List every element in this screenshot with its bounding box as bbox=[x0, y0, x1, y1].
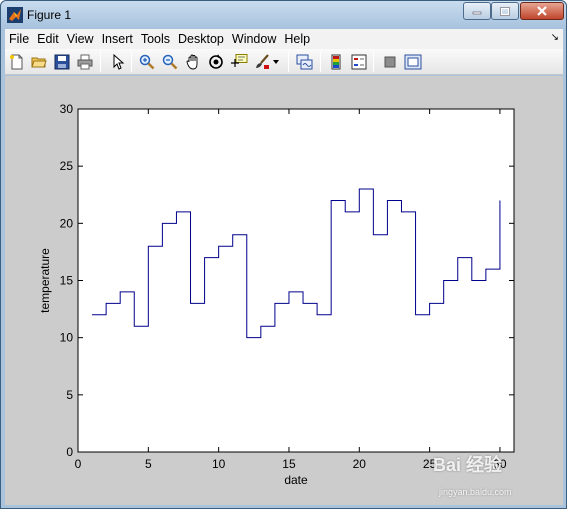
x-tick-label: 5 bbox=[145, 457, 152, 471]
figure-toolbar bbox=[5, 49, 563, 75]
figure-window: Figure 1 File Edit View Insert Tools Des… bbox=[0, 0, 567, 509]
y-tick-label: 10 bbox=[60, 331, 74, 345]
insert-colorbar-icon bbox=[331, 54, 341, 70]
zoom-in-icon bbox=[139, 54, 155, 70]
menu-bar: File Edit View Insert Tools Desktop Wind… bbox=[5, 29, 563, 49]
open-file-icon bbox=[31, 57, 47, 68]
brush-icon bbox=[256, 54, 269, 69]
window-title: Figure 1 bbox=[27, 8, 72, 22]
zoom-in-button[interactable] bbox=[137, 52, 157, 72]
print-figure-icon bbox=[77, 54, 93, 70]
rotate-3d-icon bbox=[209, 54, 223, 69]
x-tick-label: 0 bbox=[75, 457, 82, 471]
print-figure-button[interactable] bbox=[75, 52, 95, 72]
link-plot-button[interactable] bbox=[295, 52, 315, 72]
new-figure-button[interactable] bbox=[7, 52, 27, 72]
chevron-down-icon bbox=[273, 60, 279, 64]
menu-help[interactable]: Help bbox=[280, 32, 314, 46]
brush-dropdown-button[interactable] bbox=[271, 52, 281, 72]
menu-edit[interactable]: Edit bbox=[33, 32, 63, 46]
toolbar-separator bbox=[288, 52, 289, 72]
close-button[interactable] bbox=[520, 2, 564, 20]
save-figure-icon bbox=[54, 54, 70, 70]
y-tick-label: 0 bbox=[66, 445, 73, 459]
menu-file[interactable]: File bbox=[5, 32, 33, 46]
matlab-icon bbox=[7, 7, 23, 23]
menu-desktop[interactable]: Desktop bbox=[174, 32, 228, 46]
x-tick-label: 20 bbox=[353, 457, 367, 471]
zoom-out-button[interactable] bbox=[160, 52, 180, 72]
data-cursor-button[interactable] bbox=[229, 52, 249, 72]
dock-arrow-icon[interactable]: ↘ bbox=[551, 32, 559, 43]
watermark-url: jingyan.baidu.com bbox=[439, 487, 512, 497]
y-tick-label: 15 bbox=[60, 274, 74, 288]
pan-button[interactable] bbox=[183, 52, 203, 72]
insert-legend-icon bbox=[351, 54, 367, 70]
open-file-button[interactable] bbox=[29, 52, 49, 72]
y-tick-labels: 0 5 10 15 20 25 30 bbox=[60, 102, 74, 459]
minimize-button[interactable] bbox=[463, 2, 491, 20]
x-tick-label: 15 bbox=[282, 457, 296, 471]
maximize-button[interactable] bbox=[491, 2, 519, 20]
menu-tools[interactable]: Tools bbox=[137, 32, 174, 46]
hide-plot-tools-icon bbox=[384, 56, 396, 68]
plot-axes[interactable]: 0 5 10 15 20 25 30 0 5 10 15 20 25 30 date temperatu… bbox=[5, 76, 563, 505]
hide-plot-tools-button[interactable] bbox=[380, 52, 400, 72]
show-plot-tools-icon bbox=[404, 54, 422, 70]
toolbar-separator bbox=[320, 52, 321, 72]
close-icon bbox=[537, 6, 547, 16]
menu-insert[interactable]: Insert bbox=[98, 32, 137, 46]
x-tick-label: 10 bbox=[212, 457, 226, 471]
insert-legend-button[interactable] bbox=[349, 52, 369, 72]
zoom-out-icon bbox=[162, 54, 178, 70]
brush-button[interactable] bbox=[252, 52, 272, 72]
menu-window[interactable]: Window bbox=[228, 32, 280, 46]
edit-plot-button[interactable] bbox=[107, 52, 127, 72]
toolbar-separator bbox=[131, 52, 132, 72]
y-axis-label: temperature bbox=[38, 248, 52, 313]
watermark-logo: Bai 经验 bbox=[433, 455, 503, 475]
toolbar-separator bbox=[373, 52, 374, 72]
figure-canvas[interactable]: 0 5 10 15 20 25 30 0 5 10 15 20 25 30 date temperatu… bbox=[5, 76, 563, 505]
edit-plot-icon bbox=[113, 54, 125, 70]
minimize-icon bbox=[472, 11, 482, 15]
show-plot-tools-button[interactable] bbox=[403, 52, 423, 72]
title-bar[interactable]: Figure 1 bbox=[1, 1, 566, 29]
toolbar-separator bbox=[100, 52, 101, 72]
menu-view[interactable]: View bbox=[63, 32, 98, 46]
new-figure-icon bbox=[10, 54, 23, 70]
maximize-icon bbox=[500, 6, 510, 16]
y-tick-label: 20 bbox=[60, 216, 74, 230]
insert-colorbar-button[interactable] bbox=[326, 52, 346, 72]
y-tick-label: 25 bbox=[60, 159, 74, 173]
y-tick-label: 30 bbox=[60, 102, 74, 116]
link-plot-icon bbox=[296, 54, 313, 70]
data-cursor-icon bbox=[231, 54, 248, 67]
save-figure-button[interactable] bbox=[52, 52, 72, 72]
y-tick-label: 5 bbox=[66, 388, 73, 402]
rotate-3d-button[interactable] bbox=[206, 52, 226, 72]
x-axis-label: date bbox=[284, 473, 308, 487]
pan-icon bbox=[186, 54, 198, 70]
